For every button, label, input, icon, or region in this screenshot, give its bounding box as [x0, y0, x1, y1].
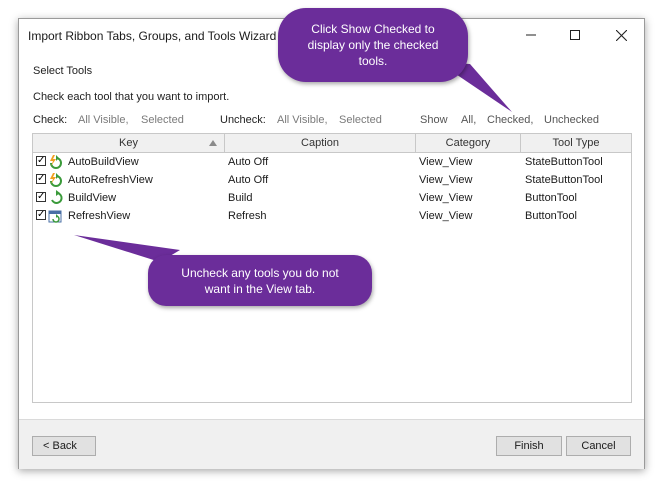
show-checked-callout: Click Show Checked to display only the c… [278, 8, 468, 82]
show-checked-callout-text: Click Show Checked to display only the c… [307, 22, 439, 68]
uncheck-tools-callout: Uncheck any tools you do not want in the… [148, 255, 372, 306]
uncheck-tools-callout-text: Uncheck any tools you do not want in the… [181, 265, 339, 296]
